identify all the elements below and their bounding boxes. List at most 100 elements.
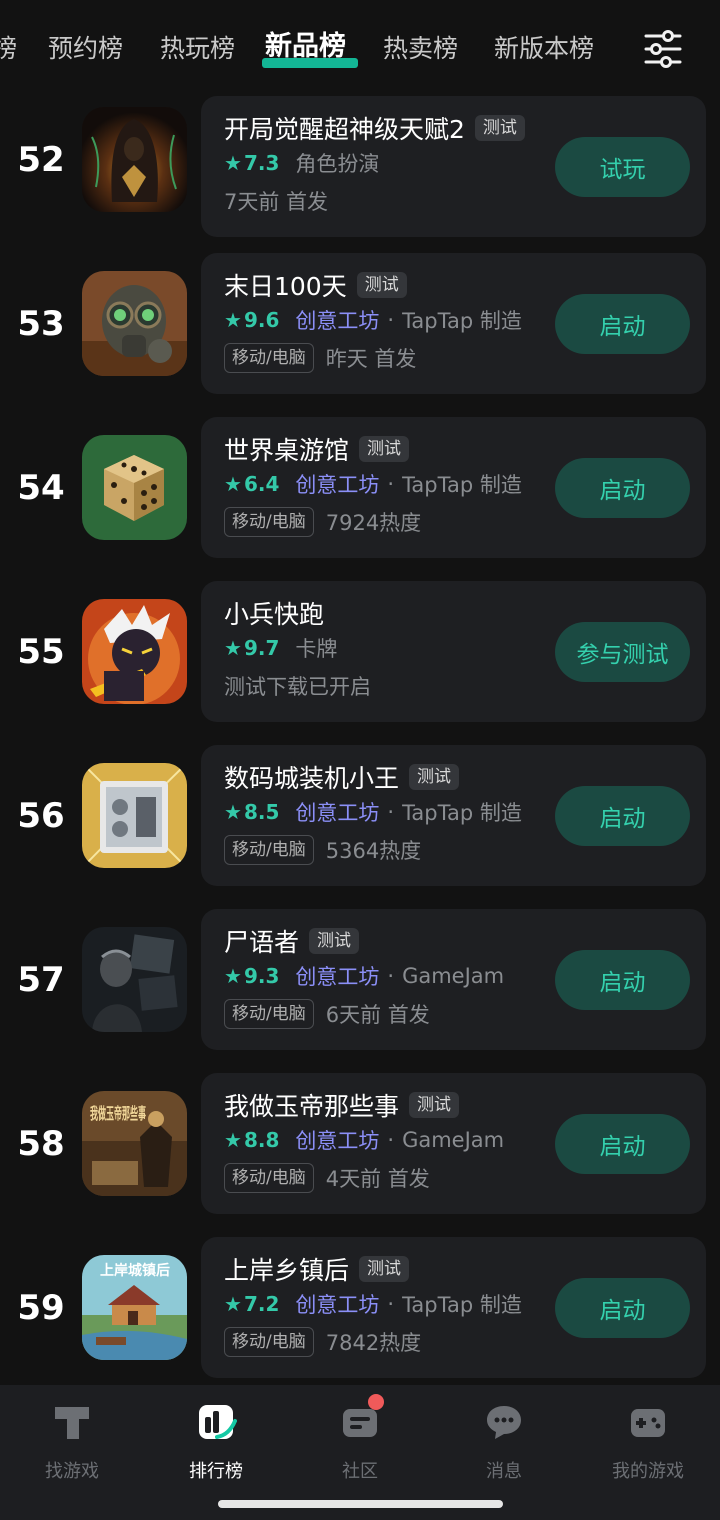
tab-hot-play[interactable]: 热玩榜 <box>160 30 235 68</box>
game-card[interactable]: 末日100天 测试 ★ 9.6 创意工坊 · TapTap 制造 移动/电脑 昨天… <box>201 253 706 394</box>
nav-find-games[interactable]: 找游戏 <box>0 1397 144 1483</box>
tab-reservation[interactable]: 预约榜 <box>48 30 123 68</box>
game-info-row: 移动/电脑 昨天 首发 <box>224 343 416 373</box>
studio-link[interactable]: 创意工坊 <box>295 469 379 499</box>
list-item[interactable]: 53 末日100天 测试 ★ 9.6 创意工坊 · TapTap 制造 移动/电… <box>0 253 720 417</box>
game-icon[interactable] <box>82 435 187 540</box>
game-icon[interactable] <box>82 107 187 212</box>
launch-button[interactable]: 启动 <box>555 786 690 846</box>
rating: 9.3 <box>243 964 280 988</box>
game-card[interactable]: 开局觉醒超神级天赋2 测试 ★ 7.3 角色扮演 7天前 首发 试玩 <box>201 96 706 237</box>
game-title: 上岸乡镇后 <box>224 1256 350 1285</box>
test-badge: 测试 <box>409 764 460 790</box>
tab-partial[interactable]: 榜 <box>0 30 17 68</box>
maker: TapTap 制造 <box>402 309 522 333</box>
ranking-icon <box>199 1405 237 1439</box>
maker: TapTap 制造 <box>402 801 522 825</box>
game-info-row: 移动/电脑 7842热度 <box>224 1327 421 1357</box>
gamepad-icon <box>631 1409 665 1437</box>
game-card[interactable]: 小兵快跑 ★ 9.7 卡牌 测试下载已开启 参与测试 <box>201 581 706 722</box>
launch-button[interactable]: 启动 <box>555 1278 690 1338</box>
game-info-row: 7天前 首发 <box>224 186 328 216</box>
rating: 7.2 <box>243 1292 280 1316</box>
nav-label: 排行榜 <box>189 1461 243 1482</box>
icon-title-text: 我做玉帝那些事 <box>90 1104 146 1123</box>
tab-hot-sales[interactable]: 热卖榜 <box>383 30 458 68</box>
game-card[interactable]: 我做玉帝那些事 测试 ★ 8.8 创意工坊 · GameJam 移动/电脑 4天前… <box>201 1073 706 1214</box>
game-card[interactable]: 尸语者 测试 ★ 9.3 创意工坊 · GameJam 移动/电脑 6天前 首发 … <box>201 909 706 1050</box>
game-title: 数码城装机小王 <box>224 764 400 793</box>
taptap-logo-icon <box>55 1407 89 1439</box>
star-icon: ★ <box>224 308 242 332</box>
release-info: 6天前 首发 <box>325 1003 430 1027</box>
list-item[interactable]: 58 我做玉帝那些事 我做玉帝那些事 测试 ★ 8.8 创意工坊 · GameJa… <box>0 1073 720 1237</box>
list-item[interactable]: 55 小兵快跑 ★ 9.7 卡牌 测试下载已开启 参与测试 <box>0 581 720 745</box>
launch-button[interactable]: 启动 <box>555 294 690 354</box>
genre: 卡牌 <box>295 637 338 661</box>
home-indicator[interactable] <box>218 1500 503 1508</box>
game-icon[interactable]: 我做玉帝那些事 <box>82 1091 187 1196</box>
game-icon[interactable] <box>82 763 187 868</box>
test-badge: 测试 <box>359 436 410 462</box>
game-meta: ★ 9.3 创意工坊 · GameJam <box>224 961 504 991</box>
studio-link[interactable]: 创意工坊 <box>295 1125 379 1155</box>
rank-number: 57 <box>17 959 65 1000</box>
game-info-row: 移动/电脑 7924热度 <box>224 507 421 537</box>
studio-link[interactable]: 创意工坊 <box>295 1289 379 1319</box>
notification-dot <box>368 1394 384 1410</box>
join-test-button[interactable]: 参与测试 <box>555 622 690 682</box>
game-card[interactable]: 世界桌游馆 测试 ★ 6.4 创意工坊 · TapTap 制造 移动/电脑 792… <box>201 417 706 558</box>
nav-rankings[interactable]: 排行榜 <box>144 1397 288 1483</box>
rating: 7.3 <box>243 151 280 175</box>
platform-badge: 移动/电脑 <box>224 1163 314 1193</box>
platform-badge: 移动/电脑 <box>224 999 314 1029</box>
nav-messages[interactable]: 消息 <box>432 1397 576 1483</box>
tab-new-version[interactable]: 新版本榜 <box>494 30 594 68</box>
star-icon: ★ <box>224 151 242 175</box>
rating: 9.7 <box>243 636 280 660</box>
list-item[interactable]: 57 尸语者 测试 ★ 9.3 创意工坊 · GameJam 移动/电脑 6天前… <box>0 909 720 1073</box>
game-title: 我做玉帝那些事 <box>224 1092 400 1121</box>
platform-badge: 移动/电脑 <box>224 1327 314 1357</box>
game-icon[interactable]: 上岸城镇后 <box>82 1255 187 1360</box>
game-info-row: 移动/电脑 6天前 首发 <box>224 999 430 1029</box>
studio-link[interactable]: 创意工坊 <box>295 797 379 827</box>
game-meta: ★ 7.3 角色扮演 <box>224 148 379 178</box>
nav-community[interactable]: 社区 <box>288 1397 432 1483</box>
try-play-button[interactable]: 试玩 <box>555 137 690 197</box>
studio-link[interactable]: 创意工坊 <box>295 305 379 335</box>
nav-label: 找游戏 <box>45 1461 99 1482</box>
genre: 角色扮演 <box>295 152 380 176</box>
launch-button[interactable]: 启动 <box>555 950 690 1010</box>
game-title: 尸语者 <box>224 928 300 957</box>
game-icon[interactable] <box>82 599 187 704</box>
test-status: 测试下载已开启 <box>224 675 371 699</box>
test-badge: 测试 <box>356 272 407 298</box>
tab-new-releases[interactable]: 新品榜 <box>265 28 346 66</box>
game-card[interactable]: 上岸乡镇后 测试 ★ 7.2 创意工坊 · TapTap 制造 移动/电脑 784… <box>201 1237 706 1378</box>
list-item[interactable]: 56 数码城装机小王 测试 ★ 8.5 创意工坊 · TapTap 制造 移动/… <box>0 745 720 909</box>
filter-button[interactable] <box>640 26 686 72</box>
star-icon: ★ <box>224 1128 242 1152</box>
release-info: 7天前 首发 <box>224 190 329 214</box>
list-item[interactable]: 52 开局觉醒超神级天赋2 测试 ★ 7.3 角色扮演 7天前 首发 试玩 <box>0 96 720 260</box>
launch-button[interactable]: 启动 <box>555 1114 690 1174</box>
icon-title-text: 上岸城镇后 <box>100 1262 170 1279</box>
nav-label: 社区 <box>342 1461 378 1482</box>
release-info: 昨天 首发 <box>325 347 417 371</box>
launch-button[interactable]: 启动 <box>555 458 690 518</box>
platform-badge: 移动/电脑 <box>224 835 314 865</box>
game-title: 世界桌游馆 <box>224 436 350 465</box>
game-card[interactable]: 数码城装机小王 测试 ★ 8.5 创意工坊 · TapTap 制造 移动/电脑 5… <box>201 745 706 886</box>
nav-label: 消息 <box>486 1461 522 1482</box>
star-icon: ★ <box>224 800 242 824</box>
rating: 8.8 <box>243 1128 280 1152</box>
game-icon[interactable] <box>82 271 187 376</box>
studio-link[interactable]: 创意工坊 <box>295 961 379 991</box>
list-item[interactable]: 59 上岸城镇后 上岸乡镇后 测试 ★ 7.2 创意工坊 · TapTap 制造… <box>0 1237 720 1401</box>
rank-number: 59 <box>17 1287 65 1328</box>
nav-my-games[interactable]: 我的游戏 <box>576 1397 720 1483</box>
game-title: 开局觉醒超神级天赋2 <box>224 115 465 144</box>
list-item[interactable]: 54 世界桌游馆 测试 ★ 6.4 创意工坊 · TapTap 制造 移动/电脑… <box>0 417 720 581</box>
game-icon[interactable] <box>82 927 187 1032</box>
